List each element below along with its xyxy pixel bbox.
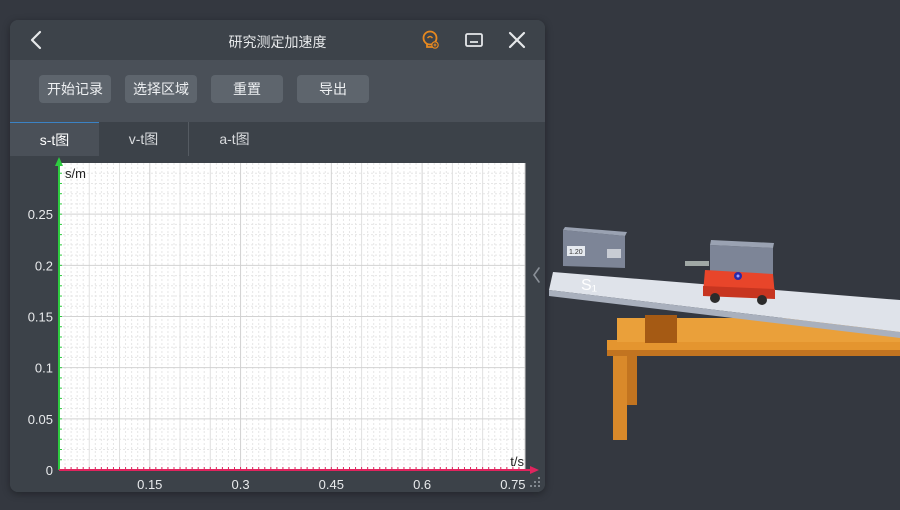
y-tick-label: 0.2 (35, 258, 53, 273)
y-tick-label: 0 (46, 463, 53, 478)
y-tick-label: 0.1 (35, 361, 53, 376)
x-tick-label: 0.75 (500, 477, 525, 492)
panel-titlebar: 研究测定加速度 (10, 20, 545, 60)
reset-button[interactable]: 重置 (211, 75, 283, 103)
table (607, 315, 900, 440)
plot-area: 0.15 0.3 0.45 0.6 0.75 0 0.05 0.1 0.15 0.2 0.25 s/m… (10, 156, 545, 492)
x-tick-label: 0.45 (319, 477, 344, 492)
sensor-1-reading: 1.20 (569, 249, 583, 256)
sensor-label: S₁ (581, 277, 597, 294)
x-axis-label: t/s (510, 454, 524, 469)
y-axis-label: s/m (65, 166, 86, 181)
x-tick-label: 0.3 (232, 477, 250, 492)
minimize-icon (465, 33, 483, 47)
x-tick-label: 0.6 (413, 477, 431, 492)
select-region-button[interactable]: 选择区域 (125, 75, 197, 103)
st-graph-panel: 研究测定加速度 开始记录 选择区域 重置 导出 s-t图 v-t图 a-t图 0… (10, 20, 545, 492)
collapse-panel-handle[interactable] (527, 255, 547, 295)
tab-a-t[interactable]: a-t图 (188, 122, 280, 156)
tab-v-t[interactable]: v-t图 (99, 122, 188, 156)
minimize-button[interactable] (463, 29, 485, 51)
x-axis-arrow (530, 466, 539, 474)
resize-grip-icon[interactable] (529, 476, 541, 488)
x-tick-label: 0.15 (137, 477, 162, 492)
hint-button[interactable] (419, 29, 441, 51)
y-tick-label: 0.25 (28, 207, 53, 222)
y-tick-label: 0.15 (28, 310, 53, 325)
y-axis-arrow (55, 157, 63, 166)
st-chart[interactable]: 0.15 0.3 0.45 0.6 0.75 0 0.05 0.1 0.15 0.2 0.25 s/m… (10, 156, 545, 492)
experiment-scene: S₁ 1.20 (549, 227, 900, 440)
chevron-left-icon (533, 267, 540, 283)
close-icon (508, 31, 526, 49)
sensor-1[interactable]: 1.20 (563, 227, 627, 268)
tab-s-t[interactable]: s-t图 (10, 122, 99, 156)
panel-toolbar: 开始记录 选择区域 重置 导出 (10, 60, 545, 122)
export-button[interactable]: 导出 (297, 75, 369, 103)
y-tick-label: 0.05 (28, 412, 53, 427)
cart-sensor (685, 240, 774, 276)
graph-tabs: s-t图 v-t图 a-t图 (10, 122, 545, 156)
start-record-button[interactable]: 开始记录 (39, 75, 111, 103)
lightbulb-icon (422, 30, 439, 49)
close-button[interactable] (506, 29, 528, 51)
